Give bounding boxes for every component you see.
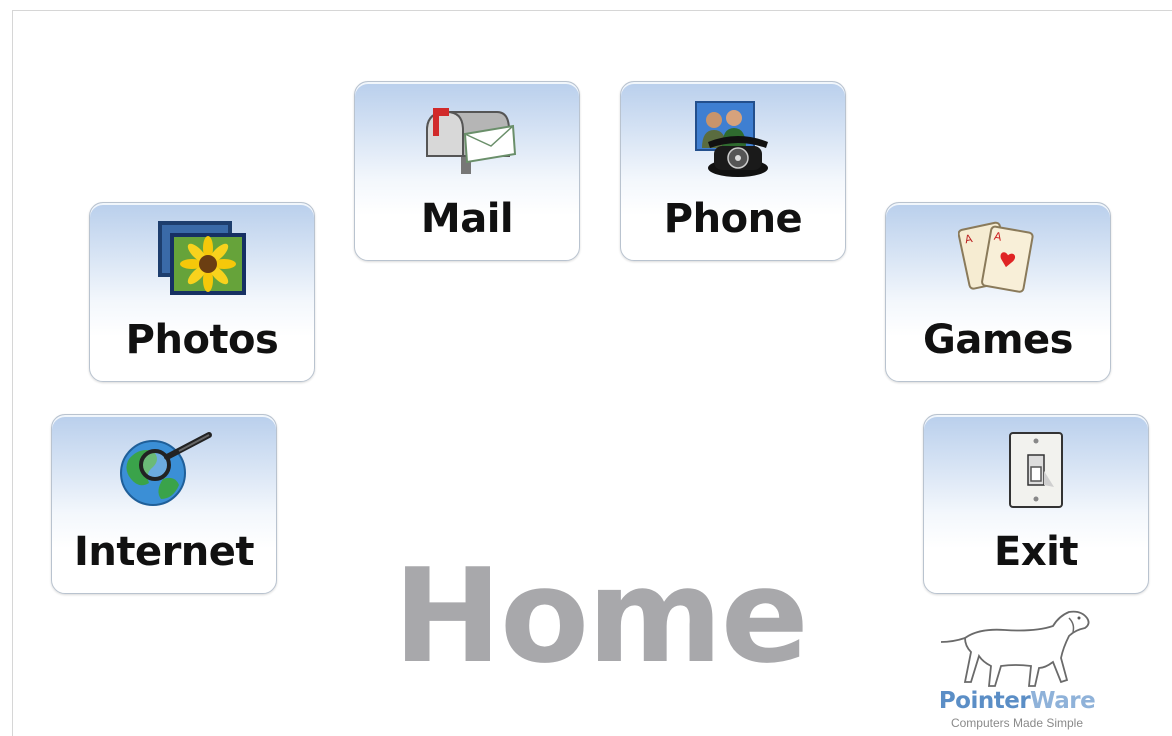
- phone-label: Phone: [663, 196, 803, 242]
- playing-cards-icon: A A: [958, 221, 1034, 293]
- phone-button[interactable]: Phone: [620, 81, 846, 261]
- photos-icon: [158, 221, 246, 295]
- globe-search-icon: [120, 432, 212, 506]
- brand-tagline: Computers Made Simple: [950, 716, 1084, 730]
- pointer-dog-icon: [940, 610, 1090, 687]
- brand-name-part1: Pointer: [938, 688, 1031, 714]
- light-switch-icon: [1009, 432, 1063, 508]
- mail-button[interactable]: Mail: [354, 81, 580, 261]
- exit-button[interactable]: Exit: [923, 414, 1149, 594]
- exit-label: Exit: [994, 529, 1078, 575]
- mail-label: Mail: [420, 196, 514, 242]
- video-phone-icon: [695, 101, 768, 177]
- photos-button[interactable]: Photos: [89, 202, 315, 382]
- games-button[interactable]: A A Games: [885, 202, 1111, 382]
- mailbox-icon: [426, 108, 517, 174]
- photos-label: Photos: [125, 317, 279, 363]
- brand-name: PointerWare: [935, 688, 1099, 714]
- page-title: Home: [393, 540, 809, 692]
- internet-button[interactable]: Internet: [51, 414, 277, 594]
- brand-name-part2: Ware: [1030, 688, 1096, 714]
- internet-label: Internet: [73, 529, 255, 575]
- games-label: Games: [923, 317, 1073, 363]
